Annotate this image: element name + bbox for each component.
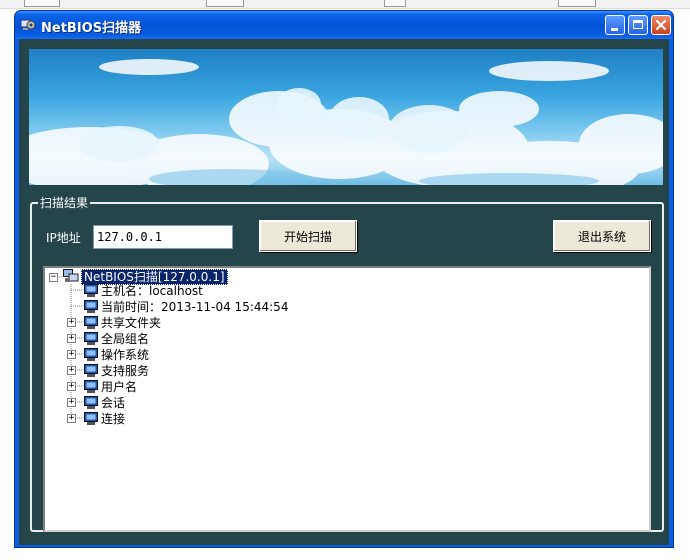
expand-toggle[interactable]: + <box>67 366 76 375</box>
computer-icon <box>84 380 98 393</box>
tree-node[interactable]: 当前时间：2013-11-04 15:44:54 <box>101 299 288 315</box>
tree-node[interactable]: 连接 <box>101 411 125 427</box>
tree-node-label: 主机名：localhost <box>101 284 203 298</box>
expand-toggle[interactable]: + <box>67 334 76 343</box>
sky-banner-image <box>29 49 663 185</box>
ip-address-label: IP地址 <box>46 231 81 245</box>
tree-node-label: 当前时间：2013-11-04 15:44:54 <box>101 300 289 314</box>
tree-node-label: 连接 <box>101 412 126 426</box>
maximize-button[interactable] <box>628 15 648 35</box>
start-scan-button[interactable]: 开始扫描 <box>259 220 357 252</box>
tree-node[interactable]: 用户名 <box>101 379 137 395</box>
expand-toggle[interactable]: + <box>67 382 76 391</box>
tree-node[interactable]: 共享文件夹 <box>101 315 161 331</box>
computer-icon <box>84 284 98 297</box>
expand-toggle[interactable]: + <box>67 318 76 327</box>
computer-icon <box>84 316 98 329</box>
tree-node[interactable]: 主机名：localhost <box>101 283 203 299</box>
computer-icon <box>84 348 98 361</box>
tree-node-label: 支持服务 <box>101 364 150 378</box>
tree-node-label: 全局组名 <box>101 332 150 346</box>
tree-node[interactable]: 会话 <box>101 395 125 411</box>
results-tree[interactable]: − NetBIOS扫描[127.0.0.1] 主机名：localhost 当前时间… <box>43 266 651 532</box>
close-button[interactable] <box>651 15 671 35</box>
background-toolbar <box>0 0 690 9</box>
title-bar[interactable]: NetBIOS扫描器 <box>15 11 673 39</box>
exit-system-button[interactable]: 退出系统 <box>553 220 651 252</box>
computer-icon <box>84 412 98 425</box>
tree-node[interactable]: 全局组名 <box>101 331 149 347</box>
tree-node-label: 操作系统 <box>101 348 150 362</box>
expand-toggle[interactable]: + <box>67 350 76 359</box>
ip-address-input[interactable] <box>93 225 233 249</box>
computer-icon <box>84 300 98 313</box>
background-button <box>24 0 60 7</box>
expand-toggle[interactable]: + <box>67 398 76 407</box>
group-label: 扫描结果 <box>38 194 91 211</box>
computer-icon <box>84 396 98 409</box>
collapse-root-toggle[interactable]: − <box>49 273 58 282</box>
client-area: 扫描结果 IP地址 开始扫描 退出系统 <box>19 39 669 545</box>
computer-icon <box>84 332 98 345</box>
gear-computer-icon <box>20 19 36 30</box>
tree-node-label: 共享文件夹 <box>101 316 162 330</box>
close-icon <box>655 19 667 31</box>
tree-node-label: 用户名 <box>101 380 138 394</box>
tree-node-label: 会话 <box>101 396 126 410</box>
window-title: NetBIOS扫描器 <box>41 21 142 36</box>
tree-node[interactable]: 支持服务 <box>101 363 149 379</box>
tree-node[interactable]: 操作系统 <box>101 347 149 363</box>
background-button <box>384 0 406 7</box>
network-computer-icon <box>63 269 79 282</box>
background-button <box>558 0 596 7</box>
app-window: NetBIOS扫描器 扫描结果 IP地址 127.0.0.1 开始扫描 退出系统… <box>14 10 674 548</box>
expand-toggle[interactable]: + <box>67 414 76 423</box>
background-button <box>206 0 244 7</box>
minimize-button[interactable] <box>605 15 625 35</box>
computer-icon <box>84 364 98 377</box>
